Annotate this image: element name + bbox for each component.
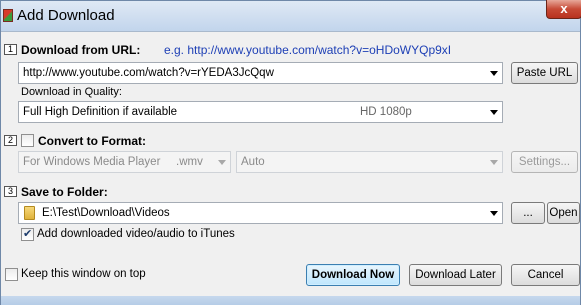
format-select[interactable]: For Windows Media Player .wmv [18, 151, 231, 173]
chevron-down-icon[interactable] [490, 71, 498, 76]
app-icon [3, 9, 13, 22]
folder-select[interactable]: E:\Test\Download\Videos [18, 202, 503, 224]
url-input-value: http://www.youtube.com/watch?v=rYEDA3JcQ… [23, 67, 274, 79]
folder-value: E:\Test\Download\Videos [42, 207, 170, 219]
settings-button[interactable]: Settings... [511, 151, 578, 173]
section-number-1: 1 [4, 44, 17, 55]
window-title: Add Download [17, 7, 115, 24]
download-now-button[interactable]: Download Now [306, 264, 400, 286]
itunes-label: Add downloaded video/audio to iTunes [37, 228, 235, 240]
preset-value: Auto [241, 156, 265, 168]
paste-url-button[interactable]: Paste URL [511, 62, 578, 84]
chevron-down-icon[interactable] [490, 211, 498, 216]
section-number-2: 2 [4, 135, 17, 146]
window-bottom-border [1, 296, 580, 305]
convert-checkbox[interactable] [21, 134, 34, 147]
title-bar[interactable]: Add Download x [1, 0, 581, 31]
chevron-down-icon[interactable] [490, 110, 498, 115]
itunes-checkbox[interactable] [21, 227, 34, 241]
quality-value: Full High Definition if available [23, 106, 178, 118]
format-value: For Windows Media Player [23, 156, 161, 168]
chevron-down-icon[interactable] [218, 160, 226, 165]
chevron-down-icon[interactable] [490, 160, 498, 165]
quality-tag: HD 1080p [360, 106, 412, 118]
section-number-3: 3 [4, 186, 17, 197]
dialog-body: 1 Download from URL: e.g. http://www.you… [1, 31, 580, 296]
add-download-dialog: Add Download x 1 Download from URL: e.g.… [0, 0, 581, 305]
url-input[interactable]: http://www.youtube.com/watch?v=rYEDA3JcQ… [18, 62, 503, 84]
url-example-hint: e.g. http://www.youtube.com/watch?v=oHDo… [164, 43, 452, 57]
cancel-button[interactable]: Cancel [511, 264, 580, 286]
save-folder-label: Save to Folder: [21, 185, 108, 199]
close-button[interactable]: x [546, 0, 581, 19]
convert-format-label: Convert to Format: [38, 134, 146, 148]
keep-on-top-checkbox[interactable] [5, 268, 18, 281]
keep-on-top-label: Keep this window on top [21, 268, 146, 280]
preset-select[interactable]: Auto [236, 151, 503, 173]
open-folder-button[interactable]: Open [547, 202, 580, 224]
quality-label: Download in Quality: [21, 86, 122, 98]
browse-folder-button[interactable]: ... [511, 202, 545, 224]
download-url-label: Download from URL: [21, 43, 141, 57]
folder-icon [24, 206, 35, 220]
download-later-button[interactable]: Download Later [409, 264, 502, 286]
quality-select[interactable]: Full High Definition if available HD 108… [18, 101, 503, 123]
format-extension: .wmv [176, 156, 203, 168]
